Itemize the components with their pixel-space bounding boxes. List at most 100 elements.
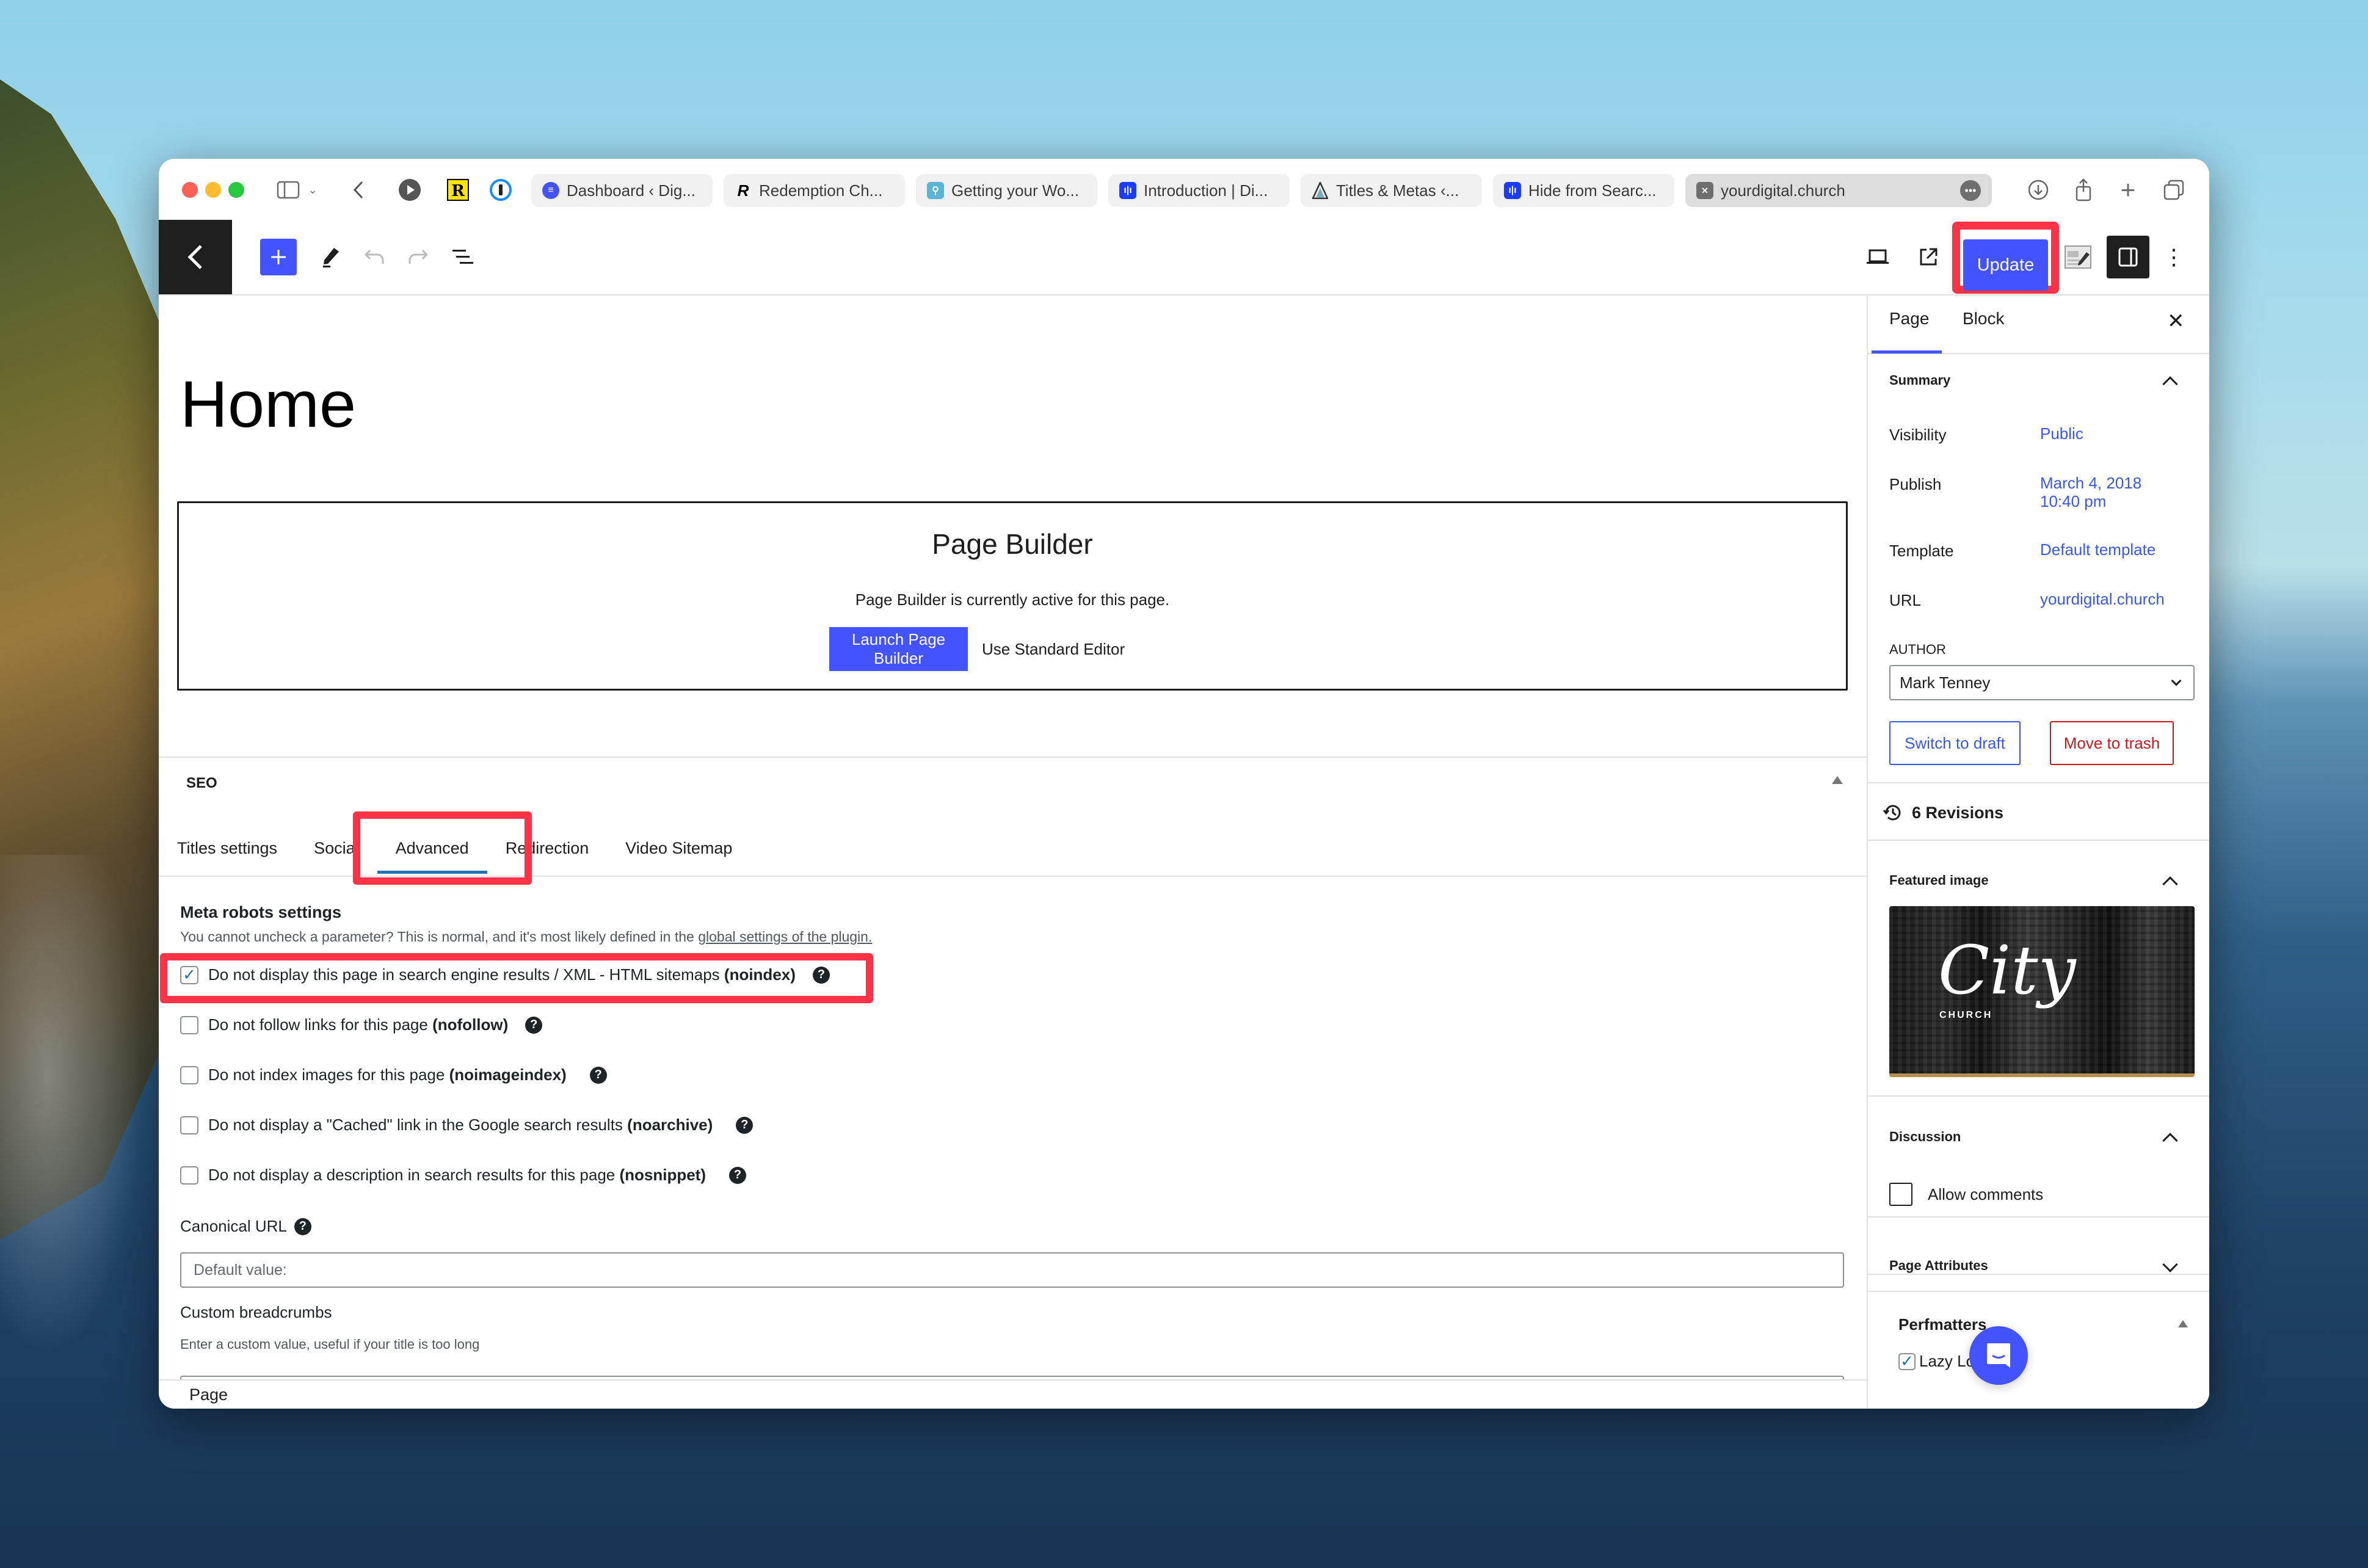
settings-sidebar-toggle[interactable]: [2107, 236, 2149, 278]
seopress-icon: [1312, 182, 1329, 199]
page-title[interactable]: Home: [180, 366, 356, 442]
help-icon[interactable]: ?: [294, 1218, 311, 1235]
tab-titles-settings[interactable]: Titles settings: [177, 830, 277, 866]
chevron-down-icon[interactable]: ⌄: [305, 177, 320, 203]
editor-mode-button[interactable]: [2060, 239, 2096, 275]
publish-date-value[interactable]: March 4, 2018 10:40 pm: [2040, 474, 2141, 510]
list-view-icon: [452, 250, 473, 264]
switch-to-draft-button[interactable]: Switch to draft: [1889, 721, 2021, 765]
document-overview-button[interactable]: [444, 239, 481, 275]
launch-page-builder-button[interactable]: Launch Page Builder: [829, 627, 968, 671]
minimize-window-button[interactable]: [205, 182, 221, 198]
options-menu-button[interactable]: ⋮: [2156, 239, 2192, 275]
browser-tab[interactable]: ≡ Dashboard ‹ Dig...: [531, 174, 713, 207]
browser-tab[interactable]: R Redemption Ch...: [724, 174, 905, 207]
nofollow-checkbox[interactable]: [180, 1015, 198, 1034]
template-label: Template: [1889, 542, 1954, 560]
preview-button[interactable]: [1859, 239, 1896, 275]
help-icon[interactable]: ?: [736, 1116, 754, 1134]
featured-image-panel-title[interactable]: Featured image: [1889, 873, 1989, 888]
sidebar-tab-block[interactable]: Block: [1963, 309, 2004, 328]
divider: [1868, 1291, 2209, 1292]
collapse-triangle-icon[interactable]: [2178, 1320, 2188, 1327]
tab-overview-icon[interactable]: [2162, 177, 2186, 203]
url-label: URL: [1889, 591, 1922, 609]
chat-support-button[interactable]: [1969, 1326, 2028, 1385]
redo-icon: [409, 249, 429, 264]
close-sidebar-icon[interactable]: ✕: [2167, 309, 2185, 333]
help-icon[interactable]: ?: [729, 1166, 746, 1184]
nosnippet-checkbox[interactable]: [180, 1166, 198, 1185]
browser-tab[interactable]: ⚲ Getting your Wo...: [916, 174, 1097, 207]
tab-video-sitemap[interactable]: Video Sitemap: [625, 830, 732, 866]
lazy-loading-checkbox[interactable]: ✓: [1898, 1352, 1916, 1370]
close-tab-icon[interactable]: ✕: [1696, 182, 1713, 199]
noindex-checkbox[interactable]: ✓: [180, 965, 198, 984]
divider: [1868, 1274, 2209, 1275]
note-text: You cannot uncheck a parameter? This is …: [180, 929, 699, 945]
publish-label: Publish: [1889, 475, 1942, 493]
download-icon[interactable]: [2026, 177, 2050, 203]
canonical-url-input[interactable]: [180, 1252, 1844, 1288]
page-edit-icon: [2065, 245, 2091, 269]
move-to-trash-button[interactable]: Move to trash: [2050, 721, 2174, 765]
share-icon[interactable]: [2071, 177, 2096, 203]
back-to-dashboard-button[interactable]: [159, 220, 232, 294]
browser-tab[interactable]: ı|ı Hide from Searc...: [1493, 174, 1674, 207]
robots-option-nosnippet: Do not display a description in search r…: [180, 1166, 746, 1185]
summary-panel-title[interactable]: Summary: [1889, 372, 1950, 388]
chevron-up-icon[interactable]: [2162, 376, 2178, 392]
settings-sidebar: Page Block ✕ Summary Visibility Public P…: [1867, 296, 2209, 1409]
tab-social[interactable]: Social: [314, 830, 359, 866]
tab-more-icon[interactable]: •••: [1960, 180, 1981, 201]
help-icon[interactable]: ?: [812, 966, 830, 984]
allow-comments-checkbox[interactable]: [1889, 1183, 1912, 1206]
new-tab-icon[interactable]: +: [2116, 175, 2140, 204]
sidebar-toggle-icon[interactable]: [275, 177, 302, 203]
close-window-button[interactable]: [182, 182, 198, 198]
author-select[interactable]: Mark Tenney: [1889, 665, 2195, 700]
back-icon[interactable]: [349, 177, 368, 203]
author-label: AUTHOR: [1889, 642, 1946, 657]
featured-image[interactable]: City CHURCH: [1889, 906, 2195, 1077]
undo-button[interactable]: [356, 239, 393, 275]
chevron-up-icon[interactable]: [2162, 876, 2178, 892]
sidebar-tab-page[interactable]: Page: [1889, 309, 1929, 328]
add-block-button[interactable]: [260, 239, 297, 275]
visibility-value[interactable]: Public: [2040, 424, 2083, 443]
discussion-panel-title[interactable]: Discussion: [1889, 1129, 1961, 1145]
view-page-button[interactable]: [1910, 239, 1947, 275]
tab-label: Video Sitemap: [625, 838, 733, 857]
browser-tab-active[interactable]: ✕ yourdigital.church •••: [1685, 174, 1992, 207]
revisions-button[interactable]: 6 Revisions: [1883, 802, 2003, 823]
1password-extension-icon[interactable]: [488, 177, 513, 203]
browser-tab[interactable]: Titles & Metas ‹...: [1301, 174, 1482, 207]
wp-engine-icon: ≡: [542, 182, 559, 199]
readwise-extension-icon[interactable]: R: [446, 177, 470, 203]
perfmatters-title: Perfmatters: [1898, 1315, 1987, 1334]
update-button[interactable]: Update: [1963, 239, 2048, 291]
zoom-window-button[interactable]: [228, 182, 244, 198]
seo-metabox: SEO Titles settings Social Advanced Redi…: [159, 757, 1867, 1379]
pencil-icon: [323, 248, 339, 267]
global-settings-link[interactable]: global settings of the plugin.: [698, 929, 872, 945]
template-value[interactable]: Default template: [2040, 540, 2156, 559]
more-vertical-icon: ⋮: [2163, 244, 2185, 269]
chevron-down-icon[interactable]: [2162, 1257, 2178, 1272]
use-standard-editor-button[interactable]: Use Standard Editor: [982, 627, 1125, 671]
noarchive-checkbox[interactable]: [180, 1116, 198, 1134]
url-value[interactable]: yourdigital.church: [2040, 590, 2165, 608]
custom-breadcrumbs-label: Custom breadcrumbs: [180, 1303, 332, 1321]
collapse-triangle-icon[interactable]: [1832, 776, 1843, 784]
redo-button[interactable]: [400, 239, 437, 275]
help-icon[interactable]: ?: [589, 1066, 607, 1084]
help-icon[interactable]: ?: [525, 1016, 543, 1034]
tools-button[interactable]: [313, 239, 349, 275]
page-attributes-panel-title[interactable]: Page Attributes: [1889, 1258, 1988, 1274]
chevron-up-icon[interactable]: [2162, 1133, 2178, 1149]
play-extension-icon[interactable]: [397, 177, 423, 203]
browser-tab[interactable]: ı|ı Introduction | Di...: [1108, 174, 1290, 207]
featured-image-logo: City: [1938, 931, 2076, 1009]
breadcrumb-page[interactable]: Page: [189, 1385, 228, 1404]
noimageindex-checkbox[interactable]: [180, 1065, 198, 1084]
